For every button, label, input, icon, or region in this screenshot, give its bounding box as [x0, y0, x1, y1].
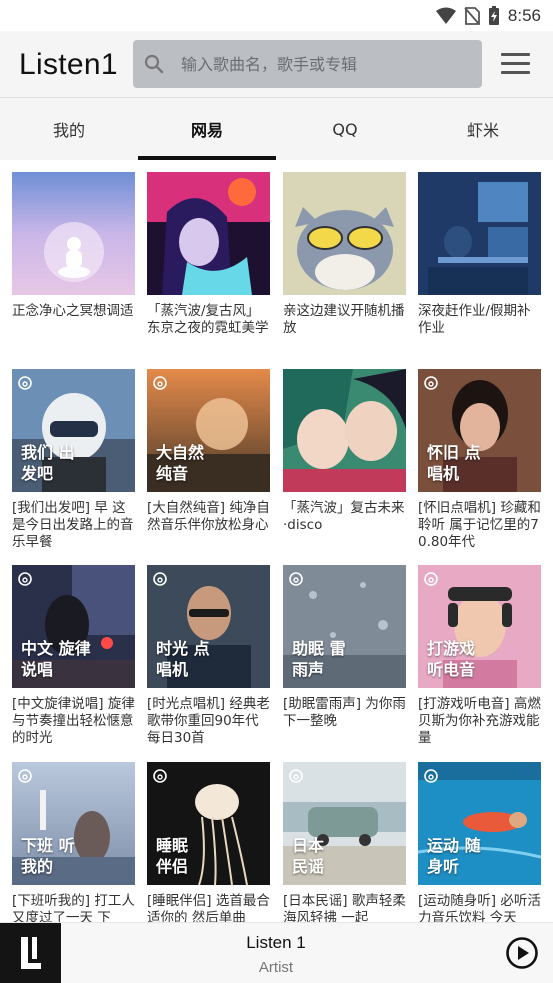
playlist-title: [运动随身听] 必听活力音乐饮料 今天: [418, 893, 541, 922]
playlist-cover: 我们 出发吧: [12, 369, 135, 492]
now-playing-artwork[interactable]: [0, 923, 61, 983]
playlist-title: [打游戏听电音] 高燃贝斯为你补充游戏能量: [418, 696, 541, 746]
playlist-title: 深夜赶作业/假期补作业: [418, 303, 531, 336]
playlist-cover: 大自然 纯音: [147, 369, 270, 492]
playlist-cover: 时光 点唱机: [147, 565, 270, 688]
no-sim-icon: [464, 6, 480, 25]
playlist-cover: 下班 听我的: [12, 762, 135, 885]
wifi-icon: [435, 7, 456, 25]
playlist-cover: [418, 172, 541, 295]
status-time: 8:56: [507, 5, 541, 25]
netease-logo-icon: [153, 769, 167, 783]
playlist-title: [大自然纯音] 纯净自然音乐伴你放松身心: [147, 500, 270, 533]
listen1-logo-icon: [0, 923, 61, 983]
playlist-title: 「蒸汽波」复古未来·disco: [283, 500, 405, 533]
netease-logo-icon: [424, 769, 438, 783]
playlist-title: [助眠雷雨声] 为你雨下一整晚: [283, 696, 406, 729]
cover-overlay-text: 时光 点唱机: [156, 639, 210, 679]
play-icon: [506, 937, 538, 969]
cover-overlay-text: 运动 随身听: [427, 836, 481, 876]
cover-overlay-text: 中文 旋律说唱: [21, 639, 91, 679]
playlist-cover: 助眠 雷雨声: [283, 565, 406, 688]
playlist-title: [我们出发吧] 早 这是今日出发路上的音乐早餐: [12, 500, 134, 550]
playlist-cover: 打游戏 听电音: [418, 565, 541, 688]
tab-xiami[interactable]: 虾米: [414, 98, 552, 160]
playlist-cover: [283, 172, 406, 295]
netease-logo-icon: [424, 572, 438, 586]
cover-overlay-text: 下班 听我的: [21, 836, 75, 876]
netease-logo-icon: [289, 572, 303, 586]
playlist-cover: [283, 369, 406, 492]
netease-logo-icon: [289, 769, 303, 783]
netease-logo-icon: [18, 572, 32, 586]
playlist-cover: [12, 172, 135, 295]
search-input[interactable]: [181, 40, 471, 88]
playlist-cover: 日本 民谣: [283, 762, 406, 885]
playlist-grid: 正念净心之冥想调适 「蒸汽波/复古风」东京之夜的霓虹美学 亲这边建议开随机播放 …: [0, 160, 553, 922]
playlist-title: 正念净心之冥想调适: [12, 303, 134, 319]
cover-overlay-text: 大自然 纯音: [156, 443, 205, 483]
tab-mine[interactable]: 我的: [0, 98, 138, 160]
now-playing-artist: Artist: [258, 959, 294, 976]
playlist-cover: 怀旧 点唱机: [418, 369, 541, 492]
playlist-title: [睡眠伴侣] 选首最合适你的 然后单曲: [147, 893, 270, 922]
app-header: Listen1: [0, 31, 553, 98]
playlist-title: [中文旋律说唱] 旋律与节奏撞出轻松惬意的时光: [12, 696, 135, 746]
playlist-title: [日本民谣] 歌声轻柔 海风轻拂 一起: [283, 893, 406, 922]
tab-qq[interactable]: QQ: [276, 98, 414, 160]
playlist-title: [时光点唱机] 经典老歌带你重回90年代 每日30首: [147, 696, 270, 746]
status-bar: 8:56: [0, 0, 553, 31]
battery-charging-icon: [488, 5, 500, 26]
netease-logo-icon: [424, 376, 438, 390]
cover-overlay-text: 我们 出发吧: [21, 443, 75, 483]
netease-logo-icon: [153, 376, 167, 390]
netease-logo-icon: [153, 572, 167, 586]
playlist-cover: 运动 随身听: [418, 762, 541, 885]
playlist-title: 「蒸汽波/复古风」东京之夜的霓虹美学: [147, 303, 269, 336]
play-button[interactable]: [505, 936, 539, 970]
playlist-title: [怀旧点唱机] 珍藏和聆听 属于记忆里的70.80年代: [418, 500, 541, 550]
cover-overlay-text: 睡眠 伴侣: [156, 836, 189, 876]
playlist-title: 亲这边建议开随机播放: [283, 303, 405, 336]
search-box[interactable]: [133, 40, 482, 88]
cover-overlay-text: 日本 民谣: [292, 836, 325, 876]
now-playing-title: Listen 1: [246, 933, 306, 952]
tab-netease[interactable]: 网易: [138, 98, 276, 160]
playlist-cover: [147, 172, 270, 295]
cover-overlay-text: 助眠 雷雨声: [292, 639, 346, 679]
playlist-cover: 中文 旋律说唱: [12, 565, 135, 688]
search-icon: [144, 54, 164, 78]
now-playing-bar[interactable]: Listen 1 Artist: [0, 922, 553, 983]
netease-logo-icon: [18, 376, 32, 390]
netease-logo-icon: [18, 769, 32, 783]
app-title: Listen1: [19, 48, 118, 81]
hamburger-menu-icon[interactable]: [497, 50, 535, 78]
playlist-cover: 睡眠 伴侣: [147, 762, 270, 885]
source-tabs: 我的 网易 QQ 虾米: [0, 98, 553, 160]
playlist-title: [下班听我的] 打工人又度过了一天 下: [12, 893, 135, 922]
cover-overlay-text: 怀旧 点唱机: [427, 443, 481, 483]
cover-overlay-text: 打游戏 听电音: [427, 639, 476, 679]
